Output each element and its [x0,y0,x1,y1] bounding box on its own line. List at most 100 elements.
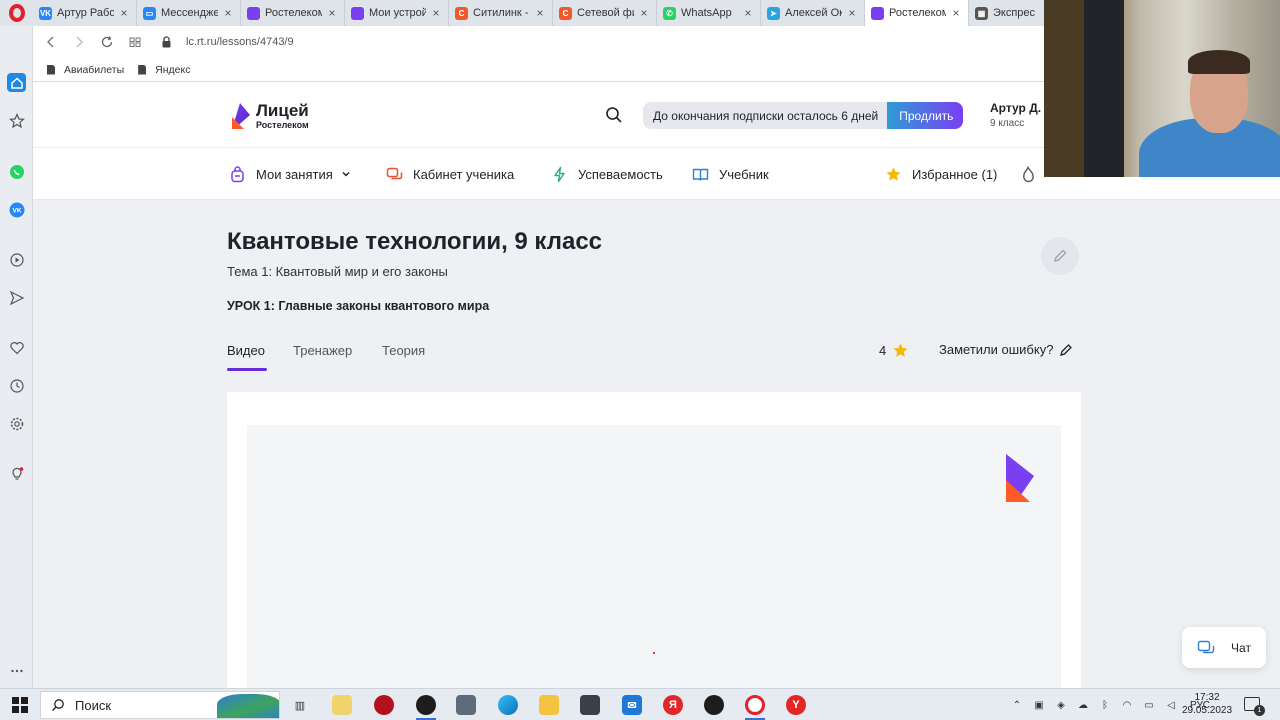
tab-title: WhatsApp [681,7,732,19]
video-player[interactable] [247,425,1061,688]
bookmark-aviabilety[interactable]: Авиабилеты [47,64,124,76]
renew-subscription-button[interactable]: Продлить [887,102,964,129]
opera-icon[interactable] [745,695,765,715]
lesson-rating[interactable]: 4 [879,342,909,359]
app-dark-circle-icon[interactable] [416,695,436,715]
battery-icon[interactable]: ▭ [1142,699,1156,711]
browser-tab[interactable]: Ростелеком Л × [865,0,969,26]
chevron-up-icon[interactable]: ⌃ [1010,699,1024,711]
search-highlight-image [217,694,279,718]
document-icon [138,64,147,75]
user-profile[interactable]: Артур Д. 9 класс [990,101,1041,129]
lightbulb-icon[interactable] [7,464,26,483]
nav-my-lessons[interactable]: Мои занятия [229,148,351,200]
tray-app-icon[interactable]: ▣ [1032,699,1046,711]
browser-tab[interactable]: ✆ WhatsApp × [657,0,761,26]
notes-button[interactable] [1041,237,1079,275]
tray-app-icon[interactable]: ◈ [1054,699,1068,711]
video-loading-dot [653,652,655,654]
browser-tab[interactable]: Ростелеком × [241,0,345,26]
tab-trainer[interactable]: Тренажер [293,343,352,358]
bookmarks-star-icon[interactable] [7,111,26,130]
bluetooth-icon[interactable]: ᛒ [1098,699,1112,711]
cloud-icon[interactable]: ☁ [1076,699,1090,711]
pencil-icon [1054,249,1067,262]
close-tab-icon[interactable]: × [118,6,130,20]
whatsapp-icon[interactable] [7,162,26,181]
send-icon[interactable] [7,288,26,307]
task-view-icon[interactable]: ▥ [290,695,310,715]
tab-title: Артур Работа [57,7,114,19]
browser-tab[interactable]: C Ситилинк - и × [449,0,553,26]
forward-button[interactable] [65,28,93,56]
player-icon[interactable] [7,250,26,269]
app-broom-icon[interactable] [332,695,352,715]
lock-icon [162,36,171,48]
close-tab-icon[interactable]: × [638,6,650,20]
speed-dial-button[interactable] [121,28,149,56]
opera-menu-icon[interactable] [0,0,33,26]
wifi-icon[interactable]: ◠ [1120,699,1134,711]
browser-tab[interactable]: ▭ Мессенджер × [137,0,241,26]
whatsapp-icon: ✆ [663,6,676,20]
speed-dial-icon: ▦ [975,6,988,20]
yandex-browser-icon[interactable]: Я [663,695,683,715]
course-title: Квантовые технологии, 9 класс [227,228,603,255]
nav-favorites[interactable]: Избранное (1) [885,148,997,200]
clock[interactable]: 17:32 29.05.2023 [1180,691,1234,717]
tab-title: Мои устройс [369,7,426,19]
search-icon[interactable] [605,106,623,124]
citilink-icon: C [455,6,468,20]
close-tab-icon[interactable]: × [846,6,858,20]
mail-icon[interactable]: ✉ [622,695,642,715]
chat-button[interactable]: Чат [1182,627,1266,668]
nav-textbook[interactable]: Учебник [692,148,769,200]
more-options-icon[interactable] [7,661,26,680]
browser-tab[interactable]: Мои устройс × [345,0,449,26]
back-button[interactable] [37,28,65,56]
notifications-icon[interactable]: 1 [1244,697,1265,716]
close-tab-icon[interactable]: × [534,6,546,20]
vk-icon[interactable]: VK [7,200,26,219]
nav-student-cabinet[interactable]: Кабинет ученика [386,148,514,200]
nav-streak[interactable] [1020,148,1047,200]
volume-icon[interactable]: ◁ [1164,699,1178,711]
taskbar-search[interactable]: Поиск [40,691,280,719]
tab-theory[interactable]: Теория [382,343,425,358]
bookmarks-bar: Авиабилеты Яндекс [33,58,1044,82]
browser-tab[interactable]: C Сетевой фил × [553,0,657,26]
calculator-icon[interactable] [456,695,476,715]
reload-button[interactable] [93,28,121,56]
bookmark-yandex[interactable]: Яндекс [138,64,190,76]
yandex-icon[interactable]: Y [786,695,806,715]
url-field[interactable]: lc.rt.ru/lessons/4743/9 [186,36,294,48]
home-icon[interactable] [7,73,26,92]
rostelecom-icon [247,6,260,20]
citilink-icon: C [559,6,572,20]
browser-tab[interactable]: ➤ Алексей Оку × [761,0,865,26]
close-tab-icon[interactable]: × [950,6,962,20]
tab-video[interactable]: Видео [227,343,265,358]
windows-taskbar: Поиск ▥ ✉ Я Y ⌃ ▣ ◈ ☁ ᛒ ◠ ▭ ◁ РУС 17:32 … [0,688,1280,720]
heart-icon[interactable] [7,338,26,357]
close-tab-icon[interactable]: × [742,6,754,20]
store-icon[interactable] [580,695,600,715]
app-red-circle-icon[interactable] [374,695,394,715]
tab-title: Ситилинк - и [473,7,530,19]
close-tab-icon[interactable]: × [430,6,442,20]
rostelecom-logo-icon [1006,454,1034,502]
close-tab-icon[interactable]: × [326,6,338,20]
file-explorer-icon[interactable] [539,695,559,715]
speedtest-icon[interactable] [704,695,724,715]
history-clock-icon[interactable] [7,376,26,395]
nav-progress[interactable]: Успеваемость [551,148,663,200]
report-error-button[interactable]: Заметили ошибку? [939,342,1073,357]
settings-gear-icon[interactable] [7,414,26,433]
chat-icon [1197,640,1215,653]
browser-tab[interactable]: VK Артур Работа × [33,0,137,26]
lyceum-logo[interactable]: Лицей Ростелеком [228,101,309,131]
close-tab-icon[interactable]: × [222,6,234,20]
windows-start-icon[interactable] [12,697,28,713]
edge-icon[interactable] [498,695,518,715]
pencil-icon [1060,343,1073,356]
